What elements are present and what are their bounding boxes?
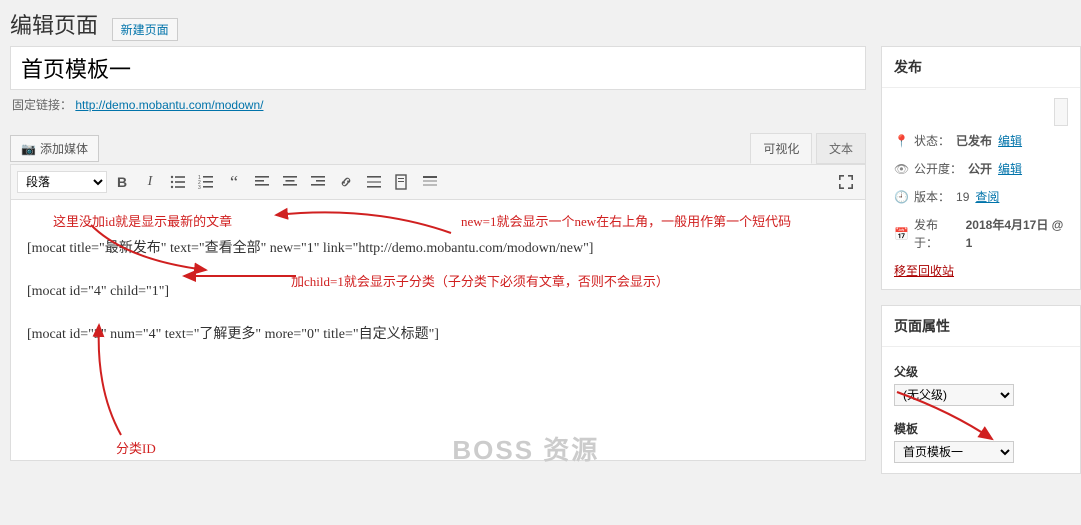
permalink-label: 固定链接： — [12, 98, 72, 112]
ol-button[interactable]: 123 — [193, 169, 219, 195]
editor-mode-tabs: 可视化 文本 — [750, 133, 866, 164]
new-page-button[interactable]: 新建页面 — [112, 18, 178, 41]
tab-text[interactable]: 文本 — [816, 133, 866, 164]
post-title-input[interactable] — [10, 46, 866, 90]
content-line-1: [mocat title="最新发布" text="查看全部" new="1" … — [27, 234, 849, 265]
template-select[interactable]: 首页模板一 — [894, 441, 1014, 463]
editor: 段落 B I 123 “ 这里没加id就是显示最新的文章 new=1就会显示一个… — [10, 164, 866, 461]
publishdate-row: 📅 发布于： 2018年4月17日 @ 1 — [894, 216, 1068, 252]
quote-button[interactable]: “ — [221, 169, 247, 195]
status-edit-link[interactable]: 编辑 — [998, 132, 1022, 150]
more-button[interactable] — [361, 169, 387, 195]
tab-visual[interactable]: 可视化 — [750, 133, 812, 164]
page-attributes-panel: 页面属性 父级 (无父级) 模板 首页模板一 — [881, 305, 1081, 474]
pin-icon: 📍 — [894, 132, 908, 150]
annotation-3: 加child=1就会显示子分类（子分类下必须有文章，否则不会显示） — [291, 268, 669, 297]
permalink-row: 固定链接： http://demo.mobantu.com/modown/ — [10, 90, 866, 123]
calendar-icon: 📅 — [894, 225, 908, 243]
parent-label: 父级 — [894, 363, 1068, 380]
revisions-icon: 🕘 — [894, 188, 908, 206]
align-center-button[interactable] — [277, 169, 303, 195]
move-to-trash-link[interactable]: 移至回收站 — [894, 264, 954, 278]
format-select[interactable]: 段落 — [17, 171, 107, 193]
ul-button[interactable] — [165, 169, 191, 195]
content-line-3: [mocat id="3" num="4" text="了解更多" more="… — [27, 320, 849, 351]
template-label: 模板 — [894, 420, 1068, 437]
panel-corner-button[interactable] — [1054, 98, 1068, 126]
status-row: 📍 状态： 已发布 编辑 — [894, 132, 1068, 150]
link-button[interactable] — [333, 169, 359, 195]
visibility-row: 👁 公开度： 公开 编辑 — [894, 160, 1068, 178]
visibility-edit-link[interactable]: 编辑 — [998, 160, 1022, 178]
parent-select[interactable]: (无父级) — [894, 384, 1014, 406]
page-break-button[interactable] — [389, 169, 415, 195]
permalink-url[interactable]: http://demo.mobantu.com/modown/ — [75, 98, 263, 112]
publish-panel: 发布 📍 状态： 已发布 编辑 👁 公开度： 公开 编辑 🕘 — [881, 46, 1081, 290]
revisions-link[interactable]: 查阅 — [975, 188, 999, 206]
bold-button[interactable]: B — [109, 169, 135, 195]
editor-content[interactable]: 这里没加id就是显示最新的文章 new=1就会显示一个new在右上角，一般用作第… — [11, 200, 865, 460]
svg-text:3: 3 — [198, 185, 201, 190]
page-heading: 编辑页面 — [10, 8, 98, 40]
revisions-row: 🕘 版本： 19 查阅 — [894, 188, 1068, 206]
eye-icon: 👁 — [894, 160, 908, 178]
align-right-button[interactable] — [305, 169, 331, 195]
publish-panel-title: 发布 — [882, 47, 1080, 88]
media-icon: 📷 — [21, 142, 36, 156]
toolbar-toggle-button[interactable] — [417, 169, 443, 195]
annotation-1: 这里没加id就是显示最新的文章 — [53, 208, 232, 237]
annotation-2: new=1就会显示一个new在右上角，一般用作第一个短代码 — [461, 208, 791, 237]
italic-button[interactable]: I — [137, 169, 163, 195]
fullscreen-button[interactable] — [833, 169, 859, 195]
add-media-label: 添加媒体 — [40, 140, 88, 157]
add-media-button[interactable]: 📷 添加媒体 — [10, 135, 99, 162]
annotation-4: 分类ID — [116, 435, 156, 464]
align-left-button[interactable] — [249, 169, 275, 195]
page-attributes-title: 页面属性 — [882, 306, 1080, 347]
editor-toolbar: 段落 B I 123 “ — [11, 165, 865, 200]
